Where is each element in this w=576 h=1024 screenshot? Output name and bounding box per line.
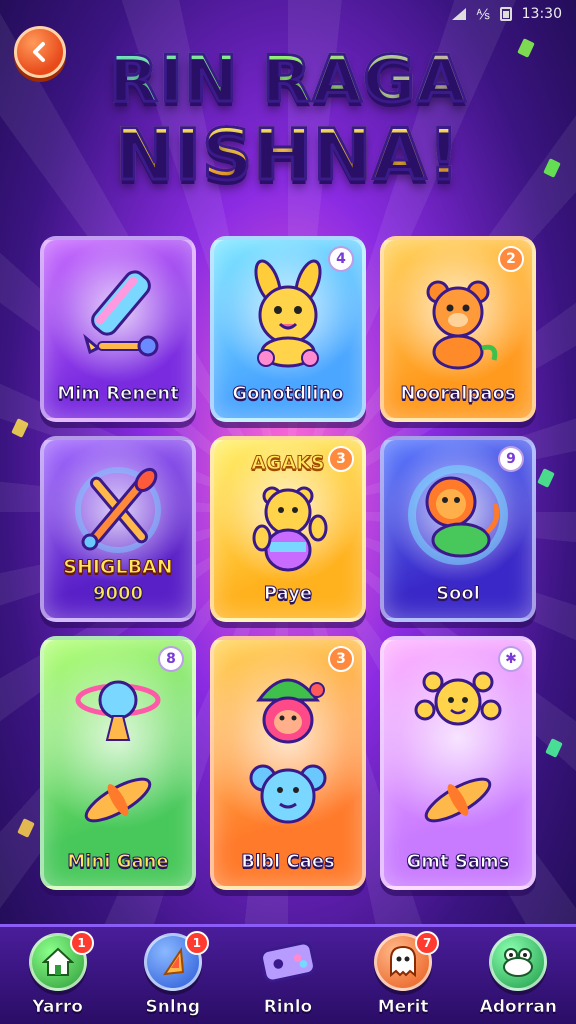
card-label: SHIGLBAN	[63, 556, 173, 579]
planet-icon	[44, 660, 192, 840]
game-card[interactable]: SHIGLBAN 9000	[40, 436, 196, 622]
confetti-decoration	[545, 738, 563, 758]
card-label: Sool	[436, 583, 481, 605]
bunny-icon	[214, 259, 362, 370]
nav-label: Rinlo	[263, 997, 313, 1018]
teddy-bear-icon	[214, 480, 362, 580]
status-time: 13:30	[521, 6, 562, 22]
nav-item-adorran[interactable]: Adorran	[468, 933, 568, 1017]
nav-label: Snlng	[145, 997, 200, 1018]
card-label: Nooralpaos	[400, 383, 516, 405]
card-label: Mini Gane	[67, 851, 169, 873]
status-bar: ⅍ 13:30	[0, 0, 576, 28]
lion-icon	[384, 460, 532, 570]
game-title: RIN RAGA NISHNA!	[0, 47, 576, 192]
nav-item-yarro[interactable]: 1 Yarro	[8, 931, 108, 1018]
signal-icon	[452, 8, 467, 20]
battery-icon	[499, 7, 512, 21]
game-card[interactable]: ✱ Gmt Sams	[380, 636, 536, 890]
paintbrush-icon	[44, 460, 192, 560]
confetti-decoration	[537, 468, 555, 488]
nav-item-snlng[interactable]: 1 Snlng	[123, 931, 223, 1018]
confetti-decoration	[17, 818, 35, 838]
game-card[interactable]: 3 Blbl Caes	[210, 636, 366, 890]
notification-badge: 1	[69, 931, 94, 955]
nav-label: Adorran	[479, 997, 558, 1018]
card-label: Gonotdlino	[232, 383, 344, 405]
network-icon: ⅍	[476, 6, 490, 23]
card-top-label: AGAKS	[251, 452, 325, 475]
game-card[interactable]: 8 Mini Gane	[40, 636, 196, 890]
bottom-nav: 1 Yarro 1 Snlng Rinlo 7 Merit Adorran	[0, 924, 576, 1024]
nav-item-merit[interactable]: 7 Merit	[353, 931, 453, 1018]
card-score: 9000	[92, 583, 144, 605]
game-grid: Mim Renent 4 Gonotdlino 2 Nooralpaos SHI…	[40, 236, 538, 890]
gamepad-icon	[259, 933, 317, 991]
title-line-1: RIN RAGA	[0, 47, 576, 114]
elf-icon	[214, 660, 362, 850]
game-card[interactable]: 2 Nooralpaos	[380, 236, 536, 422]
frog-icon	[489, 933, 548, 991]
title-line-2: NISHNA!	[0, 119, 576, 192]
confetti-decoration	[11, 418, 29, 438]
game-card[interactable]: 4 Gonotdlino	[210, 236, 366, 422]
pencil-icon	[44, 260, 192, 360]
card-label: Gmt Sams	[406, 851, 510, 873]
card-label: Blbl Caes	[241, 851, 336, 873]
notification-badge: 1	[184, 931, 209, 955]
game-card[interactable]: 3 AGAKS Paye	[210, 436, 366, 622]
star-creature-icon	[384, 660, 532, 840]
bear-icon	[384, 260, 532, 370]
notification-badge: 7	[415, 931, 440, 955]
game-card[interactable]: Mim Renent	[40, 236, 196, 422]
card-label: Mim Renent	[57, 383, 180, 405]
game-card[interactable]: 9 Sool	[380, 436, 536, 622]
nav-item-rinlo[interactable]: Rinlo	[238, 933, 338, 1017]
nav-label: Merit	[377, 997, 429, 1018]
nav-label: Yarro	[32, 997, 83, 1018]
card-label: Paye	[263, 583, 313, 605]
